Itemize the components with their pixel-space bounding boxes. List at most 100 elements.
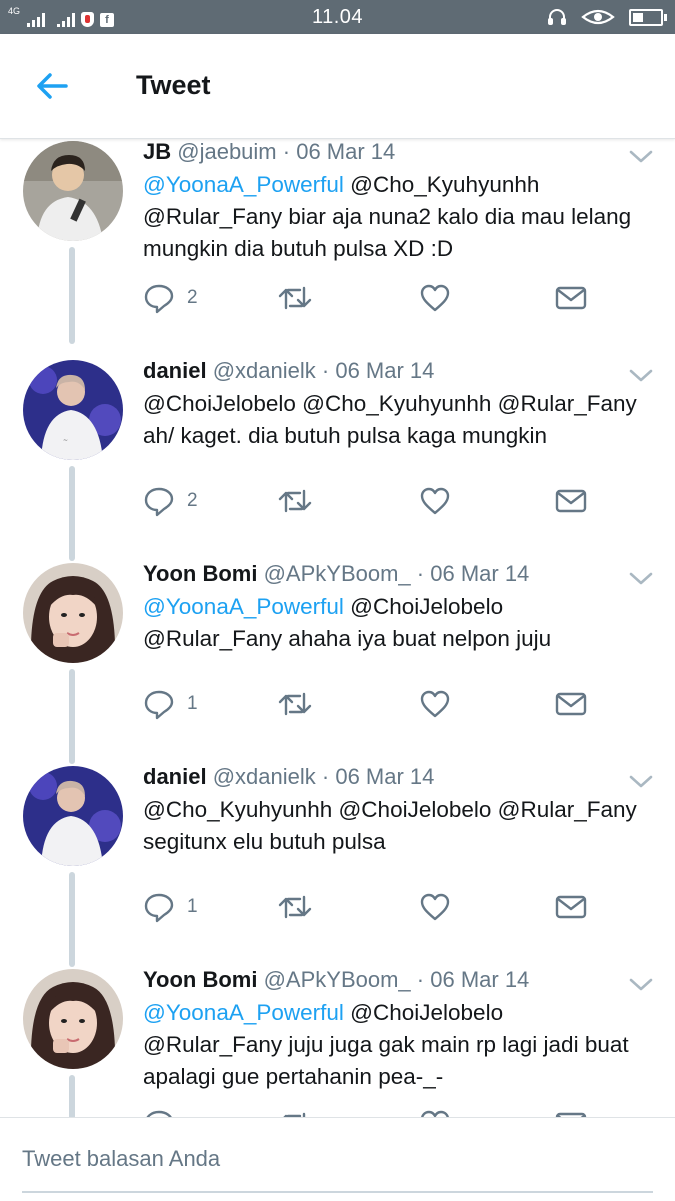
arrow-left-icon[interactable]	[34, 68, 70, 104]
tweet-date: 06 Mar 14	[296, 139, 396, 164]
reply-count: 2	[187, 490, 198, 511]
tweet-text: @ChoiJelobelo @Cho_Kyuhyunhh @Rular_Fany…	[143, 388, 663, 452]
thread-line	[69, 669, 75, 764]
tweet-line: ah/ kaget. dia butuh pulsa kaga mungkin	[143, 420, 663, 452]
tweet-line-text: mungkin dia butuh pulsa XD :D	[143, 236, 454, 261]
like-button[interactable]	[419, 485, 451, 517]
tweet-line-text: @ChoiJelobelo	[343, 594, 504, 619]
avatar[interactable]	[23, 766, 123, 866]
tweet-line-text: @Cho_Kyuhyunhh @ChoiJelobelo @Rular_Fany	[143, 797, 637, 822]
retweet-button[interactable]	[277, 1108, 313, 1117]
tweet-item[interactable]: Yoon Bomi @APkYBoom_ · 06 Mar 14 @YoonaA…	[0, 561, 675, 764]
chevron-down-icon[interactable]	[628, 149, 654, 165]
retweet-icon	[277, 282, 313, 314]
chevron-down-icon[interactable]	[628, 571, 654, 587]
tweet-line-text: ah/ kaget. dia butuh pulsa kaga mungkin	[143, 423, 548, 448]
like-button[interactable]	[419, 891, 451, 923]
avatar[interactable]: ~	[23, 360, 123, 460]
mail-icon	[555, 485, 587, 517]
thread-line	[69, 247, 75, 344]
mail-icon	[555, 282, 587, 314]
reply-count: 2	[187, 287, 198, 308]
chevron-down-icon[interactable]	[628, 774, 654, 790]
mail-icon	[555, 891, 587, 923]
tweet-line: mungkin dia butuh pulsa XD :D	[143, 233, 663, 265]
reply-thread: JB @jaebuim · 06 Mar 14 @YoonaA_Powerful…	[0, 139, 675, 1117]
direct-message-button[interactable]	[555, 1108, 587, 1117]
tweet-actions: 1	[143, 891, 603, 923]
tweet-item[interactable]: Yoon Bomi @APkYBoom_ · 06 Mar 14 @YoonaA…	[0, 967, 675, 1117]
author-handle[interactable]: @xdanielk	[213, 358, 316, 383]
thread-line	[69, 872, 75, 967]
retweet-button[interactable]	[277, 282, 313, 314]
tweet-line-text: @ChoiJelobelo	[343, 1000, 504, 1025]
direct-message-button[interactable]	[555, 891, 587, 923]
like-button[interactable]	[419, 1108, 451, 1117]
author-name[interactable]: JB	[143, 139, 171, 164]
reply-icon	[143, 688, 175, 720]
tweet-date: 06 Mar 14	[335, 764, 435, 789]
author-handle[interactable]: @APkYBoom_	[264, 967, 411, 992]
tweet-date: 06 Mar 14	[335, 358, 435, 383]
tweet-item[interactable]: ~ daniel @xdanielk · 06 Mar 14 @ChoiJelo…	[0, 358, 675, 561]
chevron-down-icon[interactable]	[628, 368, 654, 384]
reply-button[interactable]: 1	[143, 688, 198, 720]
tweet-line: segitunx elu butuh pulsa	[143, 826, 663, 858]
avatar[interactable]	[23, 563, 123, 663]
tweet-line: @YoonaA_Powerful @ChoiJelobelo	[143, 997, 663, 1029]
thread-line	[69, 1075, 75, 1117]
mention-link[interactable]: @YoonaA_Powerful	[143, 172, 344, 197]
tweet-item[interactable]: JB @jaebuim · 06 Mar 14 @YoonaA_Powerful…	[0, 139, 675, 344]
retweet-button[interactable]	[277, 891, 313, 923]
like-button[interactable]	[419, 688, 451, 720]
heart-icon	[419, 891, 451, 923]
tweet-item[interactable]: daniel @xdanielk · 06 Mar 14 @Cho_Kyuhyu…	[0, 764, 675, 967]
reply-button[interactable]	[143, 1108, 187, 1117]
tweet-line: @YoonaA_Powerful @Cho_Kyuhyunhh	[143, 169, 663, 201]
reply-button[interactable]: 2	[143, 282, 198, 314]
tweet-actions: 2	[143, 485, 603, 517]
tweet-date: 06 Mar 14	[430, 561, 530, 586]
author-name[interactable]: daniel	[143, 358, 207, 383]
thread-line	[69, 466, 75, 561]
reply-button[interactable]: 1	[143, 891, 198, 923]
author-name[interactable]: Yoon Bomi	[143, 967, 257, 992]
separator: ·	[321, 358, 330, 383]
headset-icon	[548, 9, 566, 25]
tweet-header: daniel @xdanielk · 06 Mar 14	[143, 358, 434, 384]
avatar[interactable]	[23, 141, 123, 241]
retweet-icon	[277, 485, 313, 517]
mail-icon	[555, 688, 587, 720]
author-handle[interactable]: @jaebuim	[177, 139, 276, 164]
reply-button[interactable]: 2	[143, 485, 198, 517]
tweet-line: apalagi gue pertahanin pea-_-	[143, 1061, 663, 1093]
reply-count: 1	[187, 693, 198, 714]
author-name[interactable]: Yoon Bomi	[143, 561, 257, 586]
tweet-actions: 2	[143, 282, 603, 314]
like-button[interactable]	[419, 282, 451, 314]
mention-link[interactable]: @YoonaA_Powerful	[143, 594, 344, 619]
author-handle[interactable]: @APkYBoom_	[264, 561, 411, 586]
tweet-line-text: @ChoiJelobelo @Cho_Kyuhyunhh @Rular_Fany	[143, 391, 637, 416]
mention-link[interactable]: @YoonaA_Powerful	[143, 1000, 344, 1025]
author-handle[interactable]: @xdanielk	[213, 764, 316, 789]
direct-message-button[interactable]	[555, 282, 587, 314]
direct-message-button[interactable]	[555, 485, 587, 517]
tweet-line-text: @Cho_Kyuhyunhh	[343, 172, 540, 197]
avatar[interactable]	[23, 969, 123, 1069]
tweet-line-text: @Rular_Fany juju juga gak main rp lagi j…	[143, 1032, 629, 1057]
tweet-text: @YoonaA_Powerful @ChoiJelobelo @Rular_Fa…	[143, 997, 663, 1093]
chevron-down-icon[interactable]	[628, 977, 654, 993]
separator: ·	[321, 764, 330, 789]
heart-icon	[419, 485, 451, 517]
direct-message-button[interactable]	[555, 688, 587, 720]
reply-input[interactable]: Tweet balasan Anda	[22, 1146, 220, 1172]
retweet-button[interactable]	[277, 688, 313, 720]
tweet-line-text: @Rular_Fany biar aja nuna2 kalo dia mau …	[143, 204, 632, 229]
retweet-icon	[277, 1108, 313, 1117]
battery-icon	[629, 8, 667, 26]
retweet-button[interactable]	[277, 485, 313, 517]
svg-text:~: ~	[63, 437, 68, 444]
tweet-line-text: apalagi gue pertahanin pea-_-	[143, 1064, 444, 1089]
author-name[interactable]: daniel	[143, 764, 207, 789]
